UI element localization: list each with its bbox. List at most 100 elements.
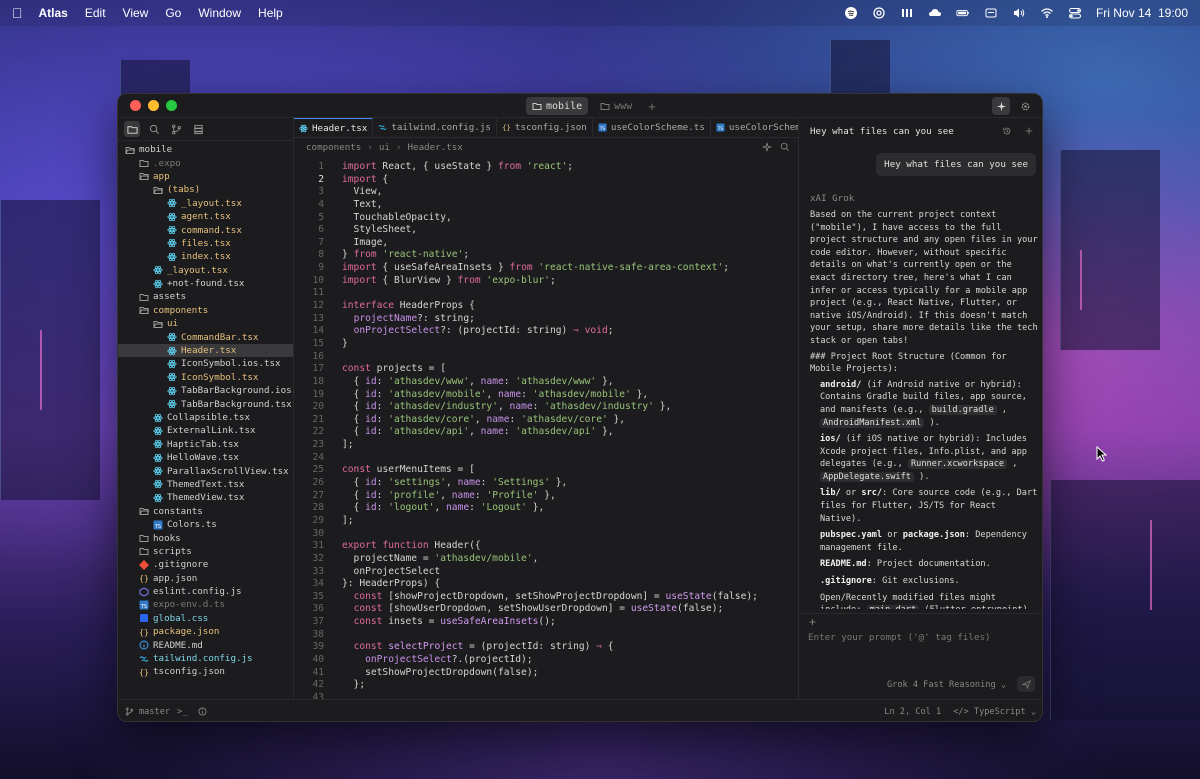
- spotify-icon[interactable]: [844, 7, 858, 19]
- file-tree-item[interactable]: Collapsible.tsx: [118, 411, 293, 424]
- file-tree-item[interactable]: .expo: [118, 156, 293, 169]
- code-line[interactable]: 18 { id: 'athasdev/www', name: 'athasdev…: [294, 376, 798, 389]
- file-tree-item[interactable]: files.tsx: [118, 237, 293, 250]
- code-line[interactable]: 38: [294, 629, 798, 642]
- file-tree-item[interactable]: ui: [118, 317, 293, 330]
- code-line[interactable]: 30: [294, 528, 798, 541]
- code-line[interactable]: 34}: HeaderProps) {: [294, 578, 798, 591]
- file-tree-item[interactable]: global.css: [118, 612, 293, 625]
- search-view-button[interactable]: [146, 121, 162, 137]
- code-line[interactable]: 29];: [294, 515, 798, 528]
- file-tree-item[interactable]: ParallaxScrollView.tsx: [118, 464, 293, 477]
- file-tree-item[interactable]: HapticTab.tsx: [118, 438, 293, 451]
- openai-icon[interactable]: [872, 7, 886, 19]
- model-select[interactable]: Grok 4 Fast Reasoning ⌄: [887, 680, 1006, 690]
- file-tree-item[interactable]: {} tsconfig.json: [118, 665, 293, 678]
- close-window-button[interactable]: [130, 100, 141, 111]
- file-tree-item[interactable]: {} app.json: [118, 572, 293, 585]
- git-branch-label[interactable]: master: [139, 707, 170, 717]
- file-tree-item[interactable]: TabBarBackground.ios.tsx: [118, 384, 314, 397]
- menu-view[interactable]: View: [123, 6, 149, 20]
- code-line[interactable]: 6 StyleSheet,: [294, 224, 798, 237]
- project-tab-www[interactable]: www: [594, 97, 638, 115]
- code-line[interactable]: 24: [294, 452, 798, 465]
- file-tree-item[interactable]: scripts: [118, 545, 293, 558]
- wifi-icon[interactable]: [1040, 7, 1054, 19]
- file-tree-item[interactable]: HelloWave.tsx: [118, 451, 293, 464]
- settings-button[interactable]: [1016, 97, 1034, 115]
- keyboard-icon[interactable]: [984, 7, 998, 19]
- search-icon[interactable]: [780, 142, 790, 152]
- file-tree-item[interactable]: +not-found.tsx: [118, 277, 293, 290]
- grid-app-icon[interactable]: [900, 7, 914, 19]
- code-line[interactable]: 27 { id: 'profile', name: 'Profile' },: [294, 490, 798, 503]
- code-line[interactable]: 8} from 'react-native';: [294, 249, 798, 262]
- file-tree-item[interactable]: ThemedView.tsx: [118, 491, 293, 504]
- file-tree-item[interactable]: assets: [118, 290, 293, 303]
- file-tree-item[interactable]: app: [118, 170, 293, 183]
- project-tab-mobile[interactable]: mobile: [526, 97, 589, 115]
- menu-window[interactable]: Window: [198, 6, 241, 20]
- code-line[interactable]: 4 Text,: [294, 199, 798, 212]
- code-line[interactable]: 17 const projects = [: [294, 363, 798, 376]
- code-line[interactable]: 16: [294, 351, 798, 364]
- control-center-icon[interactable]: [1068, 7, 1082, 19]
- file-tree-item[interactable]: agent.tsx: [118, 210, 293, 223]
- code-line[interactable]: 20 { id: 'athasdev/industry', name: 'ath…: [294, 401, 798, 414]
- code-line[interactable]: 9 import { useSafeAreaInsets } from 'reac…: [294, 262, 798, 275]
- code-line[interactable]: 36 const [showUserDropdown, setShowUserD…: [294, 603, 798, 616]
- code-line[interactable]: 5 TouchableOpacity,: [294, 212, 798, 225]
- code-line[interactable]: 3 View,: [294, 186, 798, 199]
- file-tree-item[interactable]: README.md: [118, 638, 293, 651]
- code-line[interactable]: 7 Image,: [294, 237, 798, 250]
- battery-icon[interactable]: [956, 7, 970, 19]
- zoom-window-button[interactable]: [166, 100, 177, 111]
- git-view-button[interactable]: [168, 121, 184, 137]
- code-line[interactable]: 13 projectName?: string;: [294, 313, 798, 326]
- code-line[interactable]: 26 { id: 'settings', name: 'Settings' },: [294, 477, 798, 490]
- file-tree-item[interactable]: {} package.json: [118, 625, 293, 638]
- code-line[interactable]: 19 { id: 'athasdev/mobile', name: 'athas…: [294, 389, 798, 402]
- volume-icon[interactable]: [1012, 7, 1026, 19]
- file-tree-item[interactable]: mobile: [118, 143, 293, 156]
- code-line[interactable]: 23];: [294, 439, 798, 452]
- code-line[interactable]: 33 onProjectSelect: [294, 566, 798, 579]
- code-line[interactable]: 32 projectName = 'athasdev/mobile',: [294, 553, 798, 566]
- file-tree-item[interactable]: TS expo-env.d.ts: [118, 598, 293, 611]
- menu-go[interactable]: Go: [165, 6, 181, 20]
- app-menu[interactable]: Atlas: [39, 6, 68, 20]
- file-tree-item[interactable]: IconSymbol.tsx: [118, 371, 293, 384]
- file-tree-item[interactable]: ThemedText.tsx: [118, 478, 293, 491]
- cursor-position[interactable]: Ln 2, Col 1: [884, 707, 941, 717]
- sparkle-icon[interactable]: [762, 142, 772, 152]
- history-icon[interactable]: [1002, 126, 1012, 136]
- minimize-window-button[interactable]: [148, 100, 159, 111]
- file-tree-item[interactable]: CommandBar.tsx: [118, 330, 293, 343]
- code-line[interactable]: 39 const selectProject = (projectId: str…: [294, 641, 798, 654]
- plus-icon[interactable]: [1024, 126, 1034, 136]
- code-line[interactable]: 14 onProjectSelect?: (projectId: string)…: [294, 325, 798, 338]
- ai-sparkle-button[interactable]: [992, 97, 1010, 115]
- code-line[interactable]: 25 const userMenuItems = [: [294, 464, 798, 477]
- cloud-icon[interactable]: [928, 7, 942, 19]
- code-line[interactable]: 11: [294, 287, 798, 300]
- code-line[interactable]: 31 export function Header({: [294, 540, 798, 553]
- editor-tab[interactable]: tailwind.config.js: [373, 118, 497, 137]
- file-tree-item[interactable]: _layout.tsx: [118, 197, 293, 210]
- code-area[interactable]: 1 import React, { useState } from 'react'…: [294, 157, 798, 705]
- code-line[interactable]: 40 onProjectSelect?.(projectId);: [294, 654, 798, 667]
- editor-tab[interactable]: {} tsconfig.json: [497, 118, 593, 137]
- send-button[interactable]: [1017, 676, 1035, 692]
- breadcrumb-item[interactable]: components: [306, 142, 361, 153]
- file-tree-item[interactable]: TS Colors.ts: [118, 518, 293, 531]
- code-line[interactable]: 21 { id: 'athasdev/core', name: 'athasde…: [294, 414, 798, 427]
- apple-menu-icon[interactable]: : [12, 5, 23, 21]
- language-selector[interactable]: </> TypeScript ⌄: [953, 707, 1036, 717]
- code-line[interactable]: 28 { id: 'logout', name: 'Logout' },: [294, 502, 798, 515]
- file-tree-item[interactable]: ExternalLink.tsx: [118, 424, 293, 437]
- attach-button[interactable]: +: [809, 615, 816, 629]
- info-icon[interactable]: [198, 707, 207, 716]
- files-view-button[interactable]: [124, 121, 140, 137]
- code-line[interactable]: 12 interface HeaderProps {: [294, 300, 798, 313]
- editor-tab[interactable]: TS useColorScheme.ts: [593, 118, 711, 137]
